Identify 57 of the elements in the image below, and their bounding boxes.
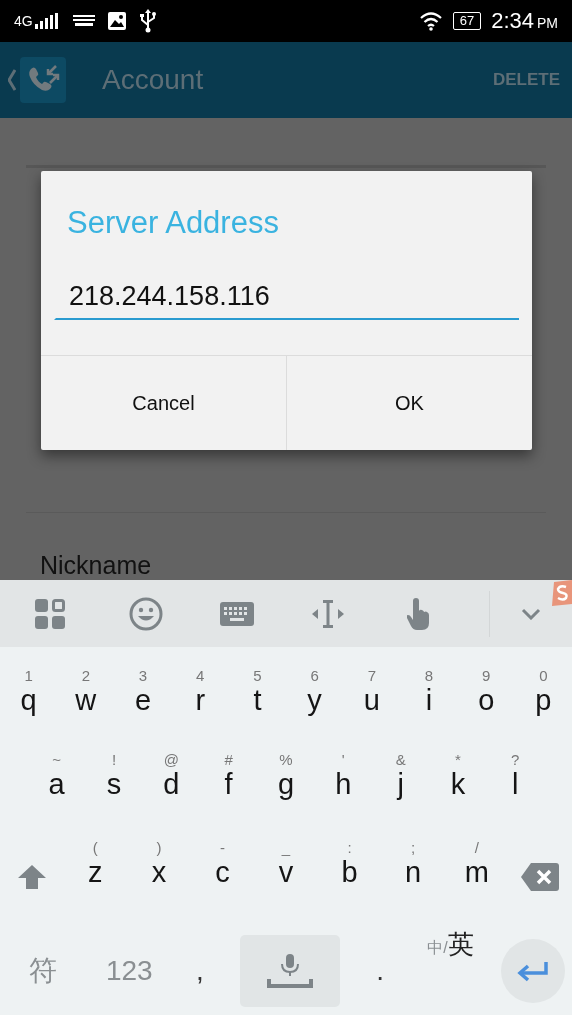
letter-key[interactable]: 1 q xyxy=(0,667,58,751)
wifi-icon xyxy=(418,11,443,31)
backspace-icon[interactable] xyxy=(521,863,560,891)
signal-icon xyxy=(34,13,61,29)
clock-time: 2:34 xyxy=(491,8,534,34)
space-bar[interactable] xyxy=(239,935,340,1007)
letter-key[interactable]: 2 w xyxy=(57,667,115,751)
letter-key[interactable]: ) x xyxy=(127,839,191,927)
apps-grid-icon[interactable] xyxy=(34,597,66,630)
letter-key[interactable]: 8 i xyxy=(400,667,458,751)
letter-key[interactable]: : b xyxy=(317,839,382,927)
pointing-hand-icon[interactable] xyxy=(407,597,431,630)
letter-key[interactable]: 9 o xyxy=(457,667,515,751)
letter-key[interactable]: ( z xyxy=(63,839,128,927)
microphone-space-icon xyxy=(266,954,313,988)
keyboard-icon xyxy=(72,15,95,27)
battery-indicator: 67 xyxy=(452,12,482,30)
letter-key[interactable]: / m xyxy=(444,839,509,927)
letter-key[interactable]: 4 r xyxy=(171,667,229,751)
letter-key[interactable]: 5 t xyxy=(228,667,286,751)
text-cursor-icon[interactable] xyxy=(312,598,344,629)
server-address-field[interactable]: 218.244.158.116 xyxy=(54,281,519,320)
letter-key[interactable]: @ d xyxy=(142,751,200,839)
chevron-down-icon[interactable] xyxy=(521,607,541,620)
clock-period: PM xyxy=(537,15,558,31)
back-icon[interactable] xyxy=(8,69,16,91)
shift-arrow-icon[interactable] xyxy=(16,864,47,890)
phone-arrows-icon xyxy=(20,57,66,103)
letter-key[interactable]: ! s xyxy=(85,751,143,839)
letter-key[interactable]: 3 e xyxy=(114,667,172,751)
letter-key[interactable]: ~ a xyxy=(28,751,86,839)
screen-title: Account xyxy=(102,64,205,96)
letter-key[interactable]: * k xyxy=(429,751,487,839)
punctuation-key[interactable]: , xyxy=(172,927,228,1015)
network-label: 4G xyxy=(14,13,33,29)
letter-key[interactable]: 0 p xyxy=(514,667,572,751)
letter-key[interactable]: - c xyxy=(190,839,255,927)
smiley-icon[interactable] xyxy=(129,596,163,631)
ok-button[interactable]: OK xyxy=(286,356,532,450)
language-switch-key[interactable]: 中/英 xyxy=(407,927,494,1015)
cancel-button[interactable]: Cancel xyxy=(41,356,286,450)
return-arrow-icon xyxy=(516,960,549,982)
letter-key[interactable]: ' h xyxy=(314,751,372,839)
letter-key[interactable]: & j xyxy=(371,751,430,839)
letter-key[interactable]: # f xyxy=(200,751,258,839)
letter-key[interactable]: 7 u xyxy=(343,667,401,751)
punctuation-key[interactable]: . xyxy=(352,927,408,1015)
logo-badge-icon xyxy=(550,580,572,606)
letter-key[interactable]: 6 y xyxy=(286,667,344,751)
keyboard-icon[interactable] xyxy=(220,601,254,626)
dialog-title: Server Address xyxy=(66,204,280,242)
letter-key[interactable]: % g xyxy=(257,751,315,839)
usb-icon xyxy=(138,9,157,33)
letter-key[interactable]: ? l xyxy=(486,751,544,839)
letter-key[interactable]: _ v xyxy=(254,839,318,927)
image-icon xyxy=(106,11,127,31)
letter-key[interactable]: ; n xyxy=(381,839,445,927)
